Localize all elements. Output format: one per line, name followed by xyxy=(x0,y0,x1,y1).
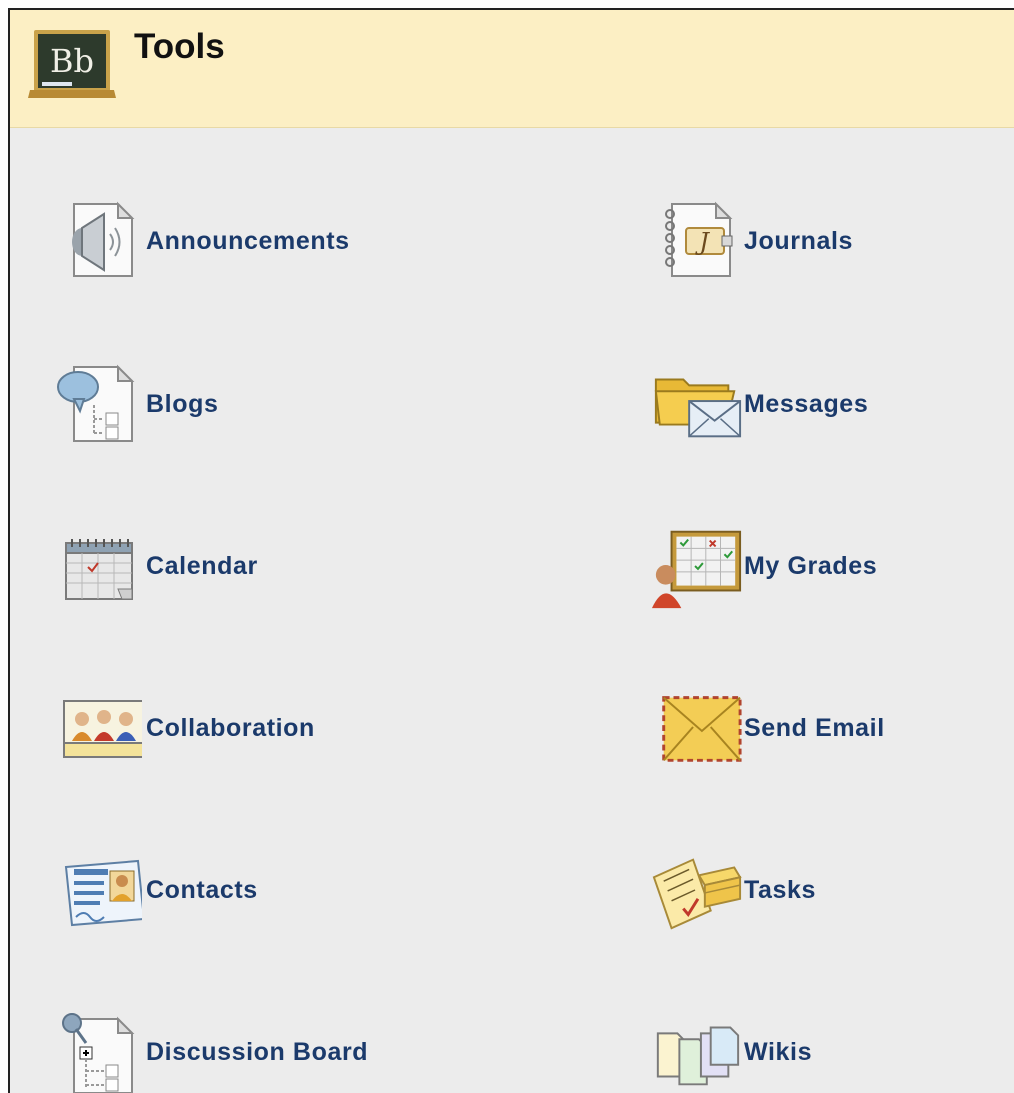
collaboration-icon xyxy=(52,683,146,773)
tool-label: Contacts xyxy=(146,875,258,904)
calendar-icon xyxy=(52,521,146,611)
tool-send-email[interactable]: Send Email xyxy=(650,683,885,773)
wikis-icon xyxy=(650,1007,744,1093)
tool-announcements[interactable]: Announcements xyxy=(52,196,350,286)
tool-journals[interactable]: J Journals xyxy=(650,196,853,286)
tool-label: Collaboration xyxy=(146,713,315,742)
my-grades-icon xyxy=(650,521,744,611)
send-email-icon xyxy=(650,683,744,773)
tool-messages[interactable]: Messages xyxy=(650,359,868,449)
contacts-icon xyxy=(52,845,146,935)
tool-label: Discussion Board xyxy=(146,1037,369,1066)
tool-label: My Grades xyxy=(744,551,878,580)
tool-contacts[interactable]: Contacts xyxy=(52,845,258,935)
tool-discussion-board[interactable]: Discussion Board xyxy=(52,1007,368,1093)
tool-collaboration[interactable]: Collaboration xyxy=(52,683,315,773)
tool-calendar[interactable]: Calendar xyxy=(52,521,258,611)
tools-panel: Bb Tools Announcements Blogs Calendar Co… xyxy=(8,8,1014,1093)
tool-blogs[interactable]: Blogs xyxy=(52,359,218,449)
journals-icon: J xyxy=(650,196,744,286)
tool-tasks[interactable]: Tasks xyxy=(650,845,816,935)
panel-header: Bb Tools xyxy=(10,10,1014,128)
tool-label: Messages xyxy=(744,389,869,418)
tasks-icon xyxy=(650,845,744,935)
tool-label: Wikis xyxy=(744,1037,813,1066)
tool-my-grades[interactable]: My Grades xyxy=(650,521,877,611)
blogs-icon xyxy=(52,359,146,449)
discussion-board-icon xyxy=(52,1007,146,1093)
tool-label: Calendar xyxy=(146,551,258,580)
tool-label: Journals xyxy=(744,226,853,255)
messages-icon xyxy=(650,359,744,449)
tool-label: Send Email xyxy=(744,713,885,742)
tool-wikis[interactable]: Wikis xyxy=(650,1007,812,1093)
tool-label: Blogs xyxy=(146,389,219,418)
page-title: Tools xyxy=(134,27,225,66)
blackboard-logo-icon: Bb xyxy=(28,24,116,100)
announcements-icon xyxy=(52,196,146,286)
tool-label: Tasks xyxy=(744,875,817,904)
logo-text: Bb xyxy=(50,42,94,80)
tool-label: Announcements xyxy=(146,226,350,255)
